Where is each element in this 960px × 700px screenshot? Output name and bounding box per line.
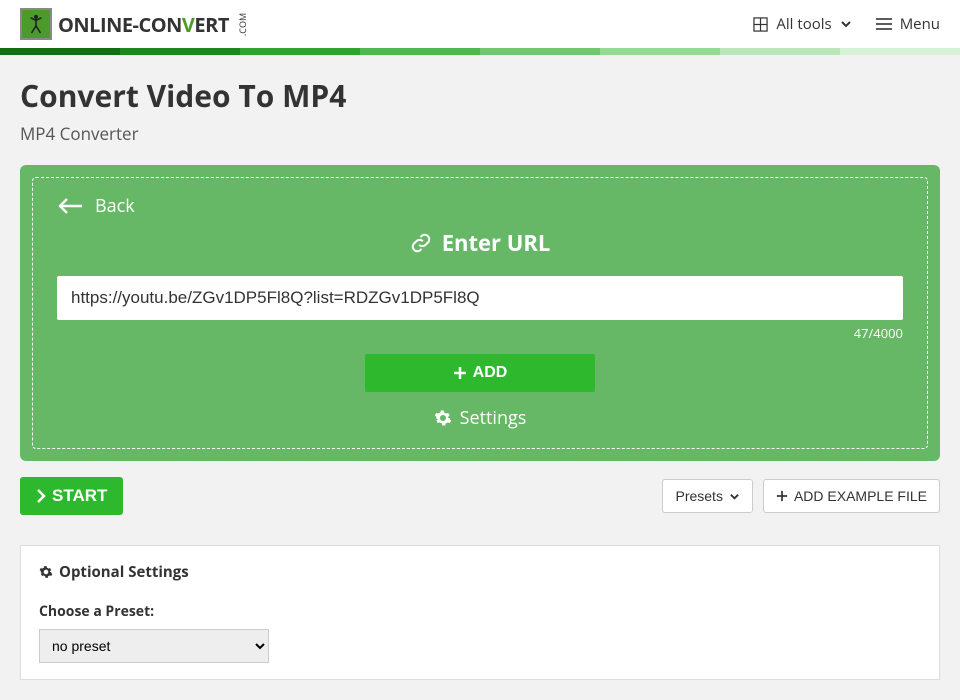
grid-icon: [753, 17, 768, 32]
hamburger-icon: [876, 17, 892, 31]
chevron-right-icon: [36, 489, 46, 503]
add-button[interactable]: ADD: [365, 354, 595, 392]
optional-settings-panel: Optional Settings Choose a Preset: no pr…: [20, 545, 940, 680]
top-bar: ONLINE-CONVERT .COM All tools Menu: [0, 0, 960, 48]
enter-url-heading: Enter URL: [57, 228, 903, 258]
main-content: Convert Video To MP4 MP4 Converter Back …: [0, 55, 960, 700]
page-subtitle: MP4 Converter: [20, 122, 940, 145]
all-tools-label: All tools: [776, 14, 831, 34]
enter-url-label: Enter URL: [442, 228, 551, 258]
logo-text: ONLINE-CONVERT: [58, 11, 229, 38]
start-button[interactable]: START: [20, 477, 123, 515]
back-label: Back: [95, 194, 135, 218]
arrow-left-icon: [57, 197, 83, 215]
settings-label: Settings: [460, 406, 527, 430]
menu-label: Menu: [900, 14, 940, 34]
optional-settings-label: Optional Settings: [59, 562, 189, 582]
plus-icon: [776, 490, 788, 502]
preset-label: Choose a Preset:: [39, 602, 921, 621]
logo-suffix: .COM: [236, 12, 249, 35]
action-row: START Presets ADD EXAMPLE FILE: [20, 477, 940, 515]
plus-icon: [453, 366, 467, 380]
add-label: ADD: [473, 364, 508, 382]
settings-button[interactable]: Settings: [57, 406, 903, 430]
url-input[interactable]: [57, 276, 903, 320]
gear-icon: [434, 409, 452, 427]
page-title: Convert Video To MP4: [20, 75, 940, 116]
link-icon: [410, 232, 432, 254]
presets-label: Presets: [675, 488, 722, 504]
menu-button[interactable]: Menu: [876, 14, 940, 34]
url-panel: Back Enter URL 47/4000 ADD Settings: [20, 165, 940, 461]
logo-icon: [20, 8, 52, 40]
right-actions: Presets ADD EXAMPLE FILE: [662, 479, 940, 513]
chevron-down-icon: [840, 18, 852, 30]
add-example-label: ADD EXAMPLE FILE: [794, 488, 927, 504]
preset-select[interactable]: no preset: [39, 629, 269, 663]
optional-settings-heading: Optional Settings: [39, 562, 921, 582]
chevron-down-icon: [729, 491, 740, 502]
site-logo[interactable]: ONLINE-CONVERT .COM: [20, 8, 254, 40]
gradient-bar: [0, 48, 960, 55]
url-panel-inner: Back Enter URL 47/4000 ADD Settings: [32, 177, 928, 449]
gear-icon: [39, 565, 53, 579]
all-tools-button[interactable]: All tools: [753, 14, 851, 34]
add-example-button[interactable]: ADD EXAMPLE FILE: [763, 479, 940, 513]
start-label: START: [52, 486, 107, 506]
presets-button[interactable]: Presets: [662, 479, 752, 513]
char-count: 47/4000: [57, 324, 903, 342]
back-button[interactable]: Back: [57, 194, 903, 218]
top-right: All tools Menu: [753, 14, 940, 34]
